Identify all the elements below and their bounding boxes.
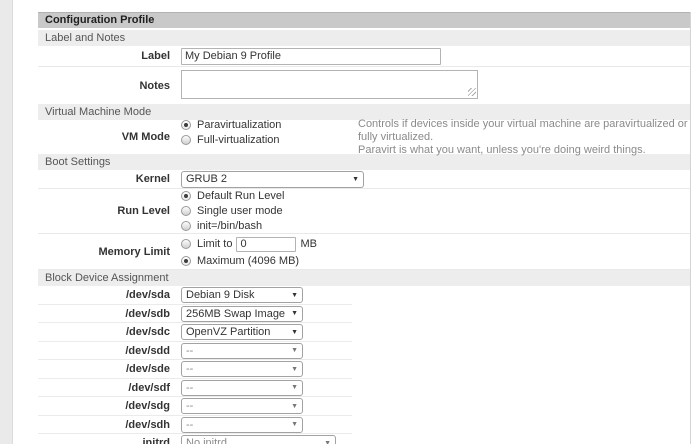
radio-maximum[interactable] (181, 256, 191, 266)
device-label: /dev/sdf (38, 382, 175, 394)
limit-to-label: Limit to (197, 238, 232, 250)
device-select-sdg[interactable]: -- ▼ (181, 398, 303, 414)
device-select-sdf[interactable]: -- ▼ (181, 380, 303, 396)
run-level-label: Run Level (38, 205, 175, 217)
configuration-profile-form: Configuration Profile Label and Notes La… (38, 12, 691, 444)
vm-mode-label: VM Mode (38, 131, 175, 143)
radio-label: Full-virtualization (197, 134, 280, 146)
dropdown-arrow-icon: ▼ (291, 403, 298, 410)
section-block-devices: Block Device Assignment (38, 270, 690, 286)
memory-unit-label: MB (300, 238, 317, 250)
device-label: /dev/sde (38, 363, 175, 375)
radio-label: init=/bin/bash (197, 220, 262, 232)
device-select-initrd[interactable]: No initrd ▼ (181, 435, 336, 444)
device-select-sdc[interactable]: OpenVZ Partition ▼ (181, 324, 303, 340)
run-level-option-default[interactable]: Default Run Level (181, 189, 690, 204)
notes-textarea[interactable] (181, 70, 478, 99)
device-label: /dev/sdc (38, 326, 175, 338)
device-row-initrd: initrd No initrd ▼ (38, 434, 690, 444)
device-label: /dev/sdh (38, 419, 175, 431)
notes-row: Notes (38, 67, 690, 104)
dropdown-arrow-icon: ▼ (291, 384, 298, 391)
device-label: /dev/sdg (38, 400, 175, 412)
radio-full-virtualization[interactable] (181, 135, 191, 145)
kernel-row: Kernel GRUB 2 ▼ (38, 170, 690, 189)
dropdown-arrow-icon: ▼ (291, 421, 298, 428)
dropdown-arrow-icon: ▼ (291, 347, 298, 354)
radio-single-user-mode[interactable] (181, 206, 191, 216)
device-row-sdf: /dev/sdf -- ▼ (38, 379, 690, 398)
device-select-sdd[interactable]: -- ▼ (181, 343, 303, 359)
page-left-gutter (0, 0, 13, 444)
radio-label: Single user mode (197, 205, 283, 217)
device-row-sde: /dev/sde -- ▼ (38, 360, 690, 379)
radio-limit-to[interactable] (181, 239, 191, 249)
memory-limit-input[interactable] (236, 237, 296, 252)
device-row-sdg: /dev/sdg -- ▼ (38, 397, 690, 416)
dropdown-arrow-icon: ▼ (324, 440, 331, 444)
radio-label: Paravirtualization (197, 119, 281, 131)
memory-limit-row: Memory Limit Limit to MB Maximum (4096 M… (38, 234, 690, 270)
device-select-sda[interactable]: Debian 9 Disk ▼ (181, 287, 303, 303)
maximum-label: Maximum (4096 MB) (197, 255, 299, 267)
kernel-select[interactable]: GRUB 2 ▼ (181, 171, 364, 188)
device-label: /dev/sdd (38, 345, 175, 357)
vm-mode-option-paravirtualization[interactable]: Paravirtualization (181, 117, 358, 132)
notes-field-label: Notes (38, 80, 175, 92)
device-row-sda: /dev/sda Debian 9 Disk ▼ (38, 286, 690, 305)
vm-mode-option-full-virtualization[interactable]: Full-virtualization (181, 132, 358, 147)
vm-mode-help-text: Controls if devices inside your virtual … (358, 117, 690, 157)
device-select-sdh[interactable]: -- ▼ (181, 417, 303, 433)
radio-default-run-level[interactable] (181, 191, 191, 201)
device-label: /dev/sdb (38, 308, 175, 320)
run-level-row: Run Level Default Run Level Single user … (38, 189, 690, 234)
dropdown-arrow-icon: ▼ (291, 329, 298, 336)
radio-init-bash[interactable] (181, 221, 191, 231)
dropdown-arrow-icon: ▼ (291, 292, 298, 299)
dropdown-arrow-icon: ▼ (291, 366, 298, 373)
radio-label: Default Run Level (197, 190, 284, 202)
page-title: Configuration Profile (38, 12, 690, 28)
label-input[interactable] (181, 48, 441, 65)
device-row-sdb: /dev/sdb 256MB Swap Image ▼ (38, 305, 690, 324)
memory-limit-option-maximum[interactable]: Maximum (4096 MB) (181, 253, 690, 268)
memory-limit-label: Memory Limit (38, 246, 175, 258)
device-row-sdh: /dev/sdh -- ▼ (38, 416, 690, 435)
radio-paravirtualization[interactable] (181, 120, 191, 130)
run-level-option-init-bash[interactable]: init=/bin/bash (181, 219, 690, 234)
device-label: /dev/sda (38, 289, 175, 301)
section-label-and-notes: Label and Notes (38, 30, 690, 46)
device-row-sdc: /dev/sdc OpenVZ Partition ▼ (38, 323, 690, 342)
vm-mode-row: VM Mode Paravirtualization Full-virtuali… (38, 120, 690, 154)
device-select-sde[interactable]: -- ▼ (181, 361, 303, 377)
run-level-option-single-user[interactable]: Single user mode (181, 204, 690, 219)
device-row-sdd: /dev/sdd -- ▼ (38, 342, 690, 361)
memory-limit-option-limit-to[interactable]: Limit to MB (181, 235, 690, 253)
device-label: initrd (38, 437, 175, 444)
label-row: Label (38, 46, 690, 67)
device-select-sdb[interactable]: 256MB Swap Image ▼ (181, 306, 303, 322)
kernel-label: Kernel (38, 173, 175, 185)
dropdown-arrow-icon: ▼ (352, 176, 359, 183)
dropdown-arrow-icon: ▼ (291, 310, 298, 317)
label-field-label: Label (38, 50, 175, 62)
